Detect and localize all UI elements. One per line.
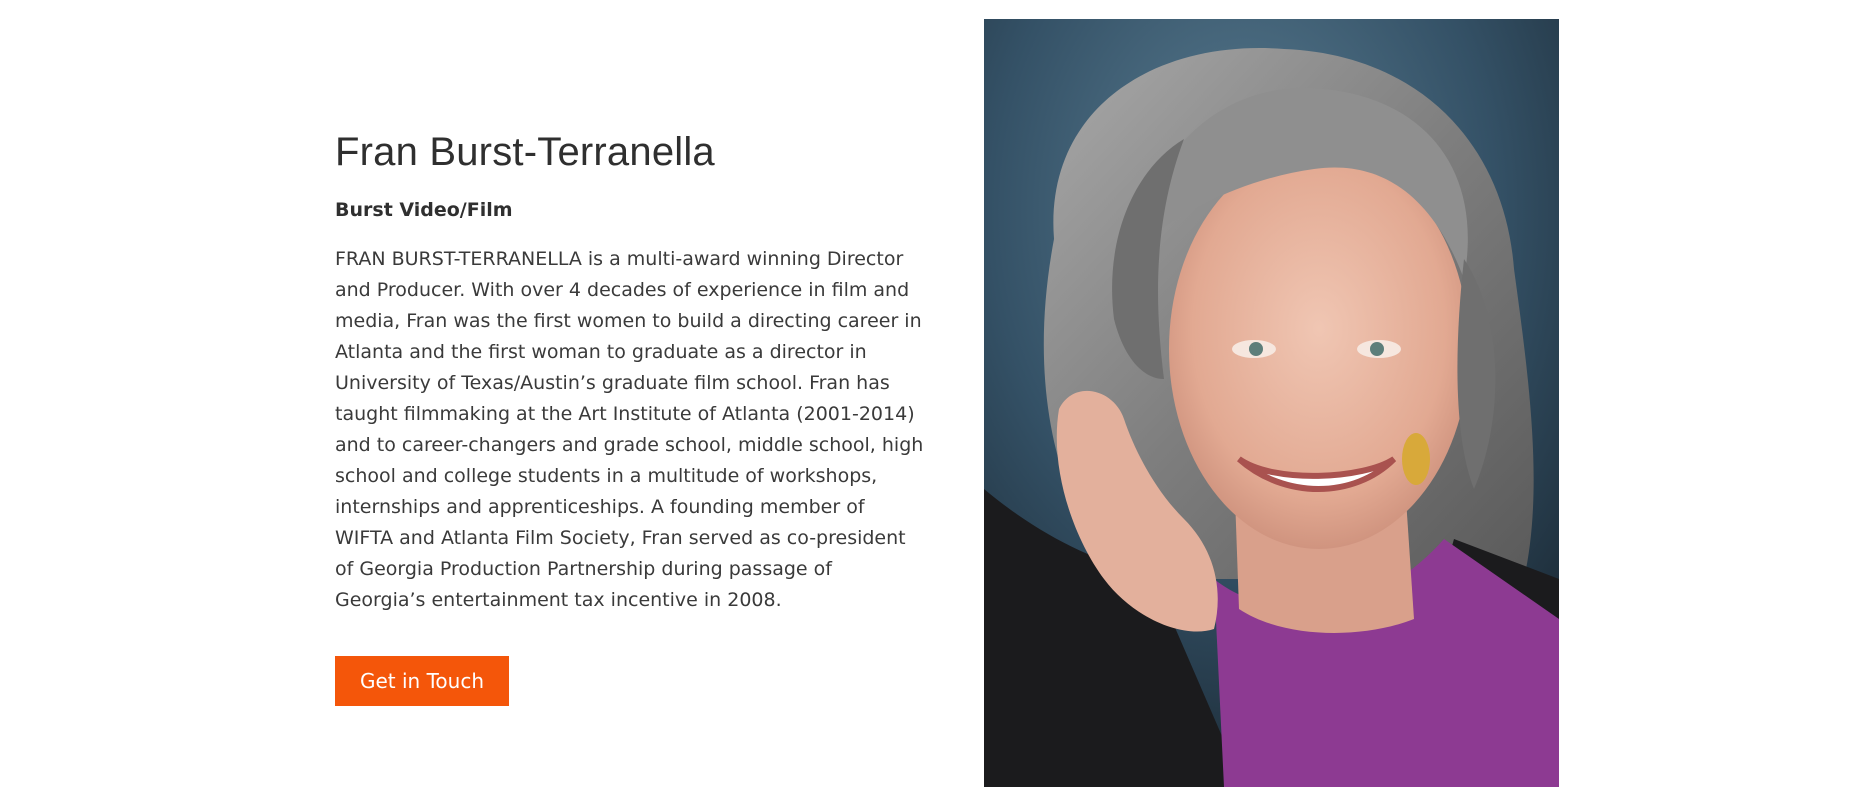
profile-photo	[984, 19, 1559, 787]
profile-bio: FRAN BURST-TERRANELLA is a multi-award w…	[335, 248, 924, 611]
profile-company: Burst Video/Film	[335, 199, 513, 221]
profile-name: Fran Burst-Terranella	[335, 130, 715, 174]
get-in-touch-button[interactable]: Get in Touch	[335, 656, 509, 706]
profile-text-block: Fran Burst-Terranella Burst Video/Film F…	[335, 120, 925, 706]
portrait-image	[984, 19, 1559, 787]
profile-section: Fran Burst-Terranella Burst Video/Film F…	[0, 0, 1873, 787]
